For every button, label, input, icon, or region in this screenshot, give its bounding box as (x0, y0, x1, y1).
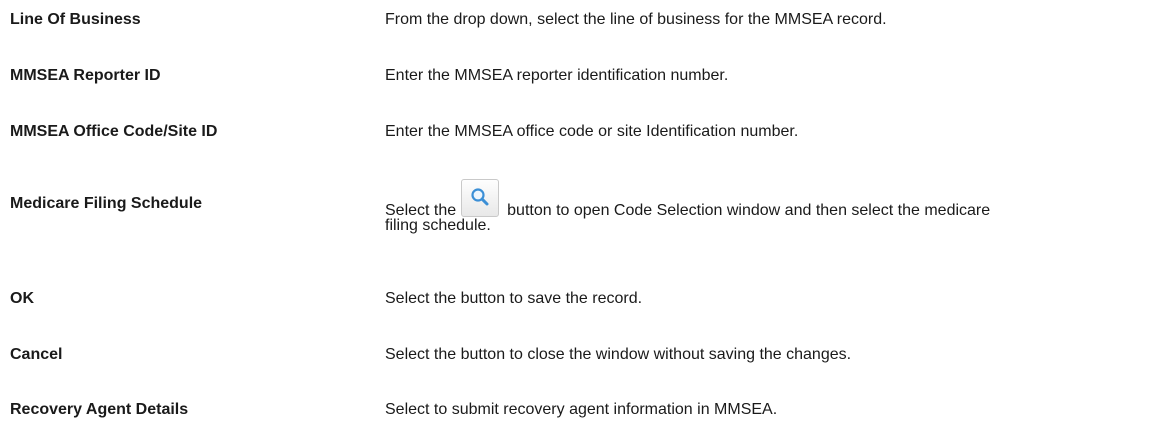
search-icon (471, 188, 489, 206)
description-mmsea-office-code: Enter the MMSEA office code or site Iden… (385, 123, 799, 140)
term-mmsea-office-code: MMSEA Office Code/Site ID (10, 123, 218, 140)
term-line-of-business: Line Of Business (10, 11, 141, 28)
term-mmsea-reporter-id: MMSEA Reporter ID (10, 67, 161, 84)
term-medicare-filing-schedule: Medicare Filing Schedule (10, 195, 203, 212)
description-mmsea-reporter-id: Enter the MMSEA reporter identification … (385, 67, 729, 84)
search-button (461, 179, 500, 217)
description-line-of-business: From the drop down, select the line of b… (385, 11, 887, 28)
description-cancel: Select the button to close the window wi… (385, 346, 852, 363)
description-ok: Select the button to save the record. (385, 290, 643, 307)
description-medicare-filing-schedule: Select the button to open Code Selection … (385, 179, 1105, 235)
term-ok: OK (10, 290, 34, 307)
term-cancel: Cancel (10, 346, 63, 363)
description-text-after-button: button to open Code Selection window and… (507, 202, 991, 219)
term-recovery-agent-details: Recovery Agent Details (10, 401, 189, 418)
description-recovery-agent-details: Select to submit recovery agent informat… (385, 401, 778, 418)
